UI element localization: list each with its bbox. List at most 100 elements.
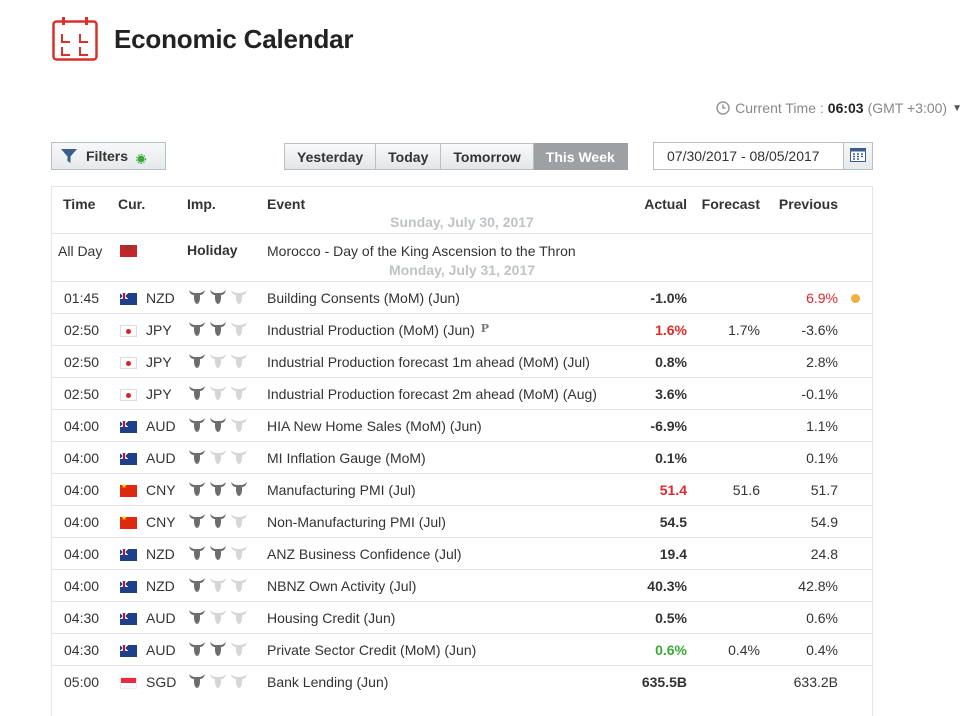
table-row[interactable]: 04:00 CNY Non-Manufacturing PMI (Jul) 54.5 5…	[52, 505, 872, 537]
table-row[interactable]: 02:50 JPY Industrial Production forecast 1…	[52, 345, 872, 377]
bull-icon	[188, 385, 206, 404]
bull-icon	[188, 289, 206, 308]
event-name[interactable]: Building Consents (MoM) (Jun)	[267, 290, 460, 306]
event-name[interactable]: Bank Lending (Jun)	[267, 674, 388, 690]
table-row[interactable]: 05:00 SGD Bank Lending (Jun) 635.5B 633.2B	[52, 665, 872, 697]
table-row[interactable]: 01:45 NZD Building Consents (MoM) (Jun) -1.…	[52, 281, 872, 313]
importance-rating	[188, 481, 248, 500]
tab-tomorrow[interactable]: Tomorrow	[441, 143, 534, 170]
event-time: 04:00	[64, 514, 100, 530]
event-name[interactable]: Manufacturing PMI (Jul)	[267, 482, 416, 498]
table-row[interactable]: 04:00 NZD ANZ Business Confidence (Jul) 19.…	[52, 537, 872, 569]
currency-code: NZD	[146, 546, 175, 562]
bull-icon	[209, 417, 227, 436]
event-name[interactable]: NBNZ Own Activity (Jul)	[267, 578, 416, 594]
event-name[interactable]: Non-Manufacturing PMI (Jul)	[267, 514, 446, 530]
bull-icon	[209, 385, 227, 404]
date-picker-button[interactable]	[843, 142, 873, 170]
forecast-value: 1.7%	[728, 322, 760, 338]
event-time: 02:50	[64, 322, 100, 338]
bull-icon	[230, 513, 248, 532]
actual-value: -1.0%	[650, 290, 687, 306]
holiday-event[interactable]: Morocco - Day of the King Ascension to t…	[267, 243, 576, 259]
event-name[interactable]: Industrial Production forecast 2m ahead …	[267, 386, 597, 402]
holiday-row[interactable]: All Day Holiday Morocco - Day of the Kin…	[52, 233, 872, 268]
bull-icon	[209, 609, 227, 628]
col-header-event[interactable]: Event	[267, 196, 305, 212]
filters-button[interactable]: Filters	[51, 142, 166, 170]
bull-icon	[230, 321, 248, 340]
table-row[interactable]: 04:30 AUD Private Sector Credit (MoM) (Jun…	[52, 633, 872, 665]
col-header-forecast[interactable]: Forecast	[702, 196, 760, 212]
actual-value: 0.5%	[655, 610, 687, 626]
col-header-currency[interactable]: Cur.	[118, 196, 145, 212]
date-range-input[interactable]: 07/30/2017 - 08/05/2017	[653, 142, 843, 170]
table-row[interactable]: 04:30 AUD Housing Credit (Jun) 0.5% 0.6%	[52, 601, 872, 633]
date-range-picker[interactable]: 07/30/2017 - 08/05/2017	[653, 142, 873, 170]
event-name[interactable]: Industrial Production forecast 1m ahead …	[267, 354, 590, 370]
currency-code: JPY	[146, 354, 172, 370]
importance-rating	[188, 417, 248, 436]
table-row[interactable]: 02:50 JPY Industrial Production (MoM) (Jun…	[52, 313, 872, 345]
bull-icon	[188, 321, 206, 340]
col-header-importance[interactable]: Imp.	[187, 196, 216, 212]
bull-icon	[209, 545, 227, 564]
event-name[interactable]: Industrial Production (MoM) (Jun) P	[267, 322, 489, 338]
day-tabs: Yesterday Today Tomorrow This Week	[284, 143, 628, 170]
tab-this-week[interactable]: This Week	[533, 143, 628, 170]
filter-icon	[60, 147, 78, 165]
country-flag-icon	[120, 453, 137, 465]
tab-yesterday[interactable]: Yesterday	[284, 143, 377, 170]
event-name[interactable]: MI Inflation Gauge (MoM)	[267, 450, 426, 466]
country-flag-icon	[120, 613, 137, 625]
currency-code: AUD	[146, 450, 176, 466]
event-name[interactable]: Private Sector Credit (MoM) (Jun)	[267, 642, 476, 658]
previous-value: 633.2B	[793, 674, 838, 690]
event-rows: 01:45 NZD Building Consents (MoM) (Jun) -1.…	[52, 281, 872, 697]
table-row[interactable]: 02:50 JPY Industrial Production forecast 2…	[52, 377, 872, 409]
economic-calendar-table: Time Cur. Imp. Event Actual Forecast Pre…	[51, 186, 873, 716]
tab-today[interactable]: Today	[376, 143, 442, 170]
bull-icon	[188, 513, 206, 532]
country-flag-icon	[120, 482, 137, 497]
previous-value: 6.9%	[806, 290, 838, 306]
col-header-previous[interactable]: Previous	[779, 196, 838, 212]
currency-code: AUD	[146, 642, 176, 658]
calendar-icon	[850, 147, 866, 165]
previous-value: 51.7	[810, 482, 838, 498]
current-time-selector[interactable]: Current Time : 06:03 (GMT +3:00) ▼	[716, 100, 962, 116]
importance-rating	[188, 641, 248, 660]
importance-rating	[188, 353, 248, 372]
bull-icon	[209, 321, 227, 340]
previous-value: 0.4%	[806, 642, 838, 658]
filters-label: Filters	[86, 148, 129, 164]
event-name[interactable]: Housing Credit (Jun)	[267, 610, 395, 626]
table-row[interactable]: 04:00 CNY Manufacturing PMI (Jul) 51.4 51.6 5…	[52, 473, 872, 505]
bull-icon	[209, 513, 227, 532]
event-time: 04:30	[64, 610, 100, 626]
actual-value: 0.1%	[655, 450, 687, 466]
table-row[interactable]: 04:00 AUD HIA New Home Sales (MoM) (Jun) -6…	[52, 409, 872, 441]
bull-icon	[188, 641, 206, 660]
clock-icon	[716, 101, 730, 115]
table-row[interactable]: 04:00 AUD MI Inflation Gauge (MoM) 0.1% 0.1%	[52, 441, 872, 473]
country-flag-icon	[120, 421, 137, 433]
previous-value: 0.6%	[806, 610, 838, 626]
country-flag-icon	[120, 645, 137, 657]
bull-icon	[230, 449, 248, 468]
event-time: 04:00	[64, 418, 100, 434]
calendar-logo-icon	[52, 17, 98, 61]
col-header-time[interactable]: Time	[63, 196, 95, 212]
col-header-actual[interactable]: Actual	[644, 196, 687, 212]
currency-code: CNY	[146, 482, 176, 498]
table-row[interactable]: 04:00 NZD NBNZ Own Activity (Jul) 40.3% 42.8…	[52, 569, 872, 601]
country-flag-icon	[120, 293, 137, 305]
importance-rating	[188, 449, 248, 468]
event-time: 04:00	[64, 482, 100, 498]
event-name[interactable]: HIA New Home Sales (MoM) (Jun)	[267, 418, 482, 434]
alert-dot-icon[interactable]	[851, 294, 860, 303]
bull-icon	[209, 481, 227, 500]
currency-code: AUD	[146, 610, 176, 626]
event-name[interactable]: ANZ Business Confidence (Jul)	[267, 546, 462, 562]
currency-code: NZD	[146, 290, 175, 306]
